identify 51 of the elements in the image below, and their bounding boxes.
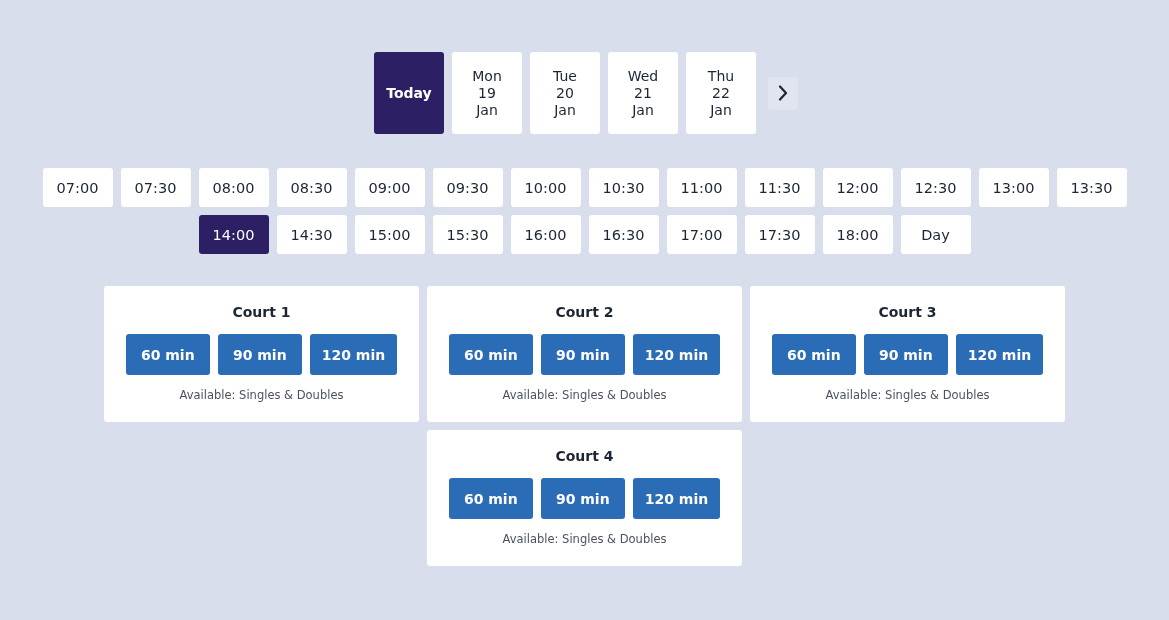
duration-button[interactable]: 90 min (540, 478, 625, 519)
availability-text: Available: Singles & Doubles (179, 388, 344, 402)
time-slot[interactable]: 08:00 (198, 168, 269, 207)
time-slot[interactable]: 08:30 (276, 168, 347, 207)
availability-text: Available: Singles & Doubles (825, 388, 990, 402)
duration-button[interactable]: 120 min (632, 334, 721, 375)
time-slot[interactable]: 16:30 (588, 215, 659, 254)
duration-button[interactable]: 120 min (309, 334, 398, 375)
date-tab[interactable]: Mon 19 Jan (452, 52, 522, 134)
availability-text: Available: Singles & Doubles (502, 532, 667, 546)
time-slot[interactable]: 14:00 (198, 215, 269, 254)
time-slot[interactable]: 09:00 (354, 168, 425, 207)
time-slot[interactable]: 13:00 (978, 168, 1049, 207)
time-slot[interactable]: 14:30 (276, 215, 347, 254)
time-slot[interactable]: 18:00 (822, 215, 893, 254)
duration-button[interactable]: 60 min (771, 334, 856, 375)
time-slot[interactable]: Day (900, 215, 971, 254)
time-slot[interactable]: 12:00 (822, 168, 893, 207)
court-title: Court 4 (555, 447, 614, 465)
time-slot[interactable]: 07:00 (42, 168, 113, 207)
duration-button[interactable]: 90 min (540, 334, 625, 375)
court-title: Court 3 (878, 303, 937, 321)
chevron-right-icon (778, 85, 788, 101)
availability-text: Available: Singles & Doubles (502, 388, 667, 402)
time-slot[interactable]: 10:30 (588, 168, 659, 207)
date-tab[interactable]: Wed 21 Jan (608, 52, 678, 134)
duration-button[interactable]: 120 min (632, 478, 721, 519)
time-slot[interactable]: 17:30 (744, 215, 815, 254)
duration-button[interactable]: 60 min (448, 478, 533, 519)
next-button[interactable] (768, 76, 798, 110)
time-slot[interactable]: 09:30 (432, 168, 503, 207)
time-slot[interactable]: 13:30 (1056, 168, 1127, 207)
time-slot[interactable]: 15:30 (432, 215, 503, 254)
time-slot[interactable]: 16:00 (510, 215, 581, 254)
duration-button[interactable]: 60 min (125, 334, 210, 375)
date-tab[interactable]: Thu 22 Jan (686, 52, 756, 134)
time-slot[interactable]: 07:30 (120, 168, 191, 207)
court-title: Court 1 (232, 303, 291, 321)
duration-button[interactable]: 90 min (217, 334, 302, 375)
time-slot[interactable]: 15:00 (354, 215, 425, 254)
time-slot[interactable]: 10:00 (510, 168, 581, 207)
time-slot[interactable]: 11:30 (744, 168, 815, 207)
date-tab[interactable]: Today (374, 52, 444, 134)
court-title: Court 2 (555, 303, 614, 321)
duration-button[interactable]: 60 min (448, 334, 533, 375)
time-slot[interactable]: 17:00 (666, 215, 737, 254)
time-slot[interactable]: 12:30 (900, 168, 971, 207)
duration-button[interactable]: 90 min (863, 334, 948, 375)
time-slot[interactable]: 11:00 (666, 168, 737, 207)
date-tab[interactable]: Tue 20 Jan (530, 52, 600, 134)
duration-button[interactable]: 120 min (955, 334, 1044, 375)
